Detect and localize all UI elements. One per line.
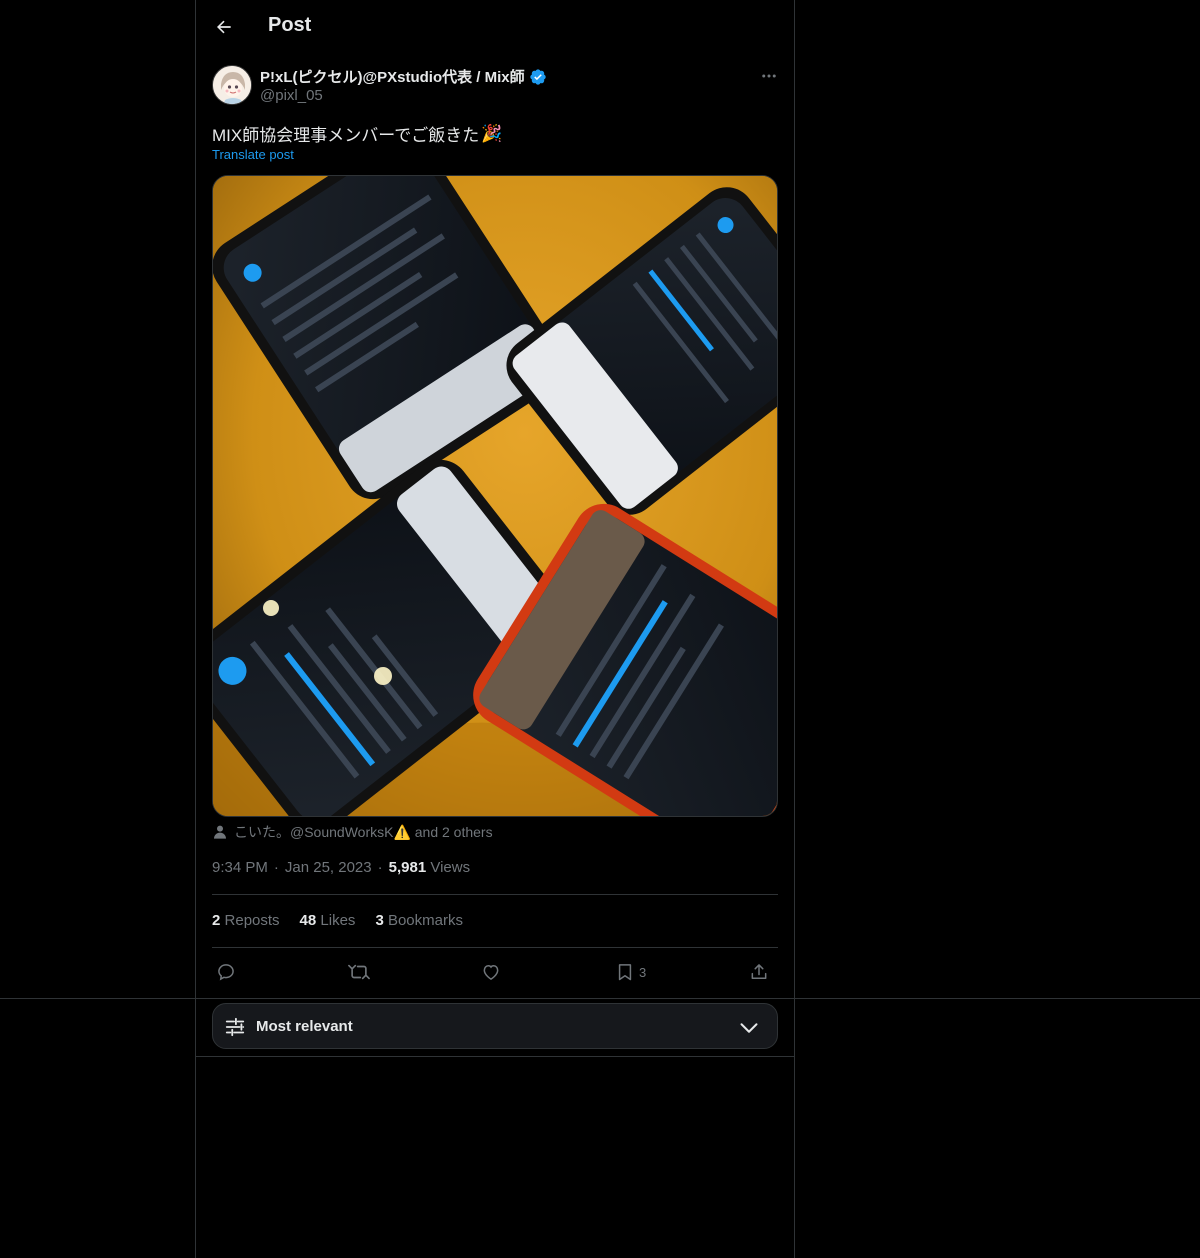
sliders-icon [225, 1017, 245, 1037]
reposts-stat[interactable]: 2 Reposts [212, 912, 280, 929]
post-body: MIX師協会理事メンバーでご飯きた [212, 126, 480, 145]
person-icon [214, 825, 226, 839]
page-title: Post [268, 14, 312, 36]
views: 5,981 Views [389, 859, 470, 876]
reposts-label: Reposts [224, 912, 280, 929]
reposts-count: 2 [212, 912, 221, 929]
bookmarks-count: 3 [375, 912, 384, 929]
bookmark-icon [618, 964, 632, 981]
divider [196, 1056, 794, 1057]
likes-count: 48 [299, 912, 317, 929]
bookmarks-label: Bookmarks [387, 912, 463, 929]
meta-separator: · [377, 859, 383, 876]
main-column: Post P!xL(ピクセル)@PXstudio代表 / Mix師 @pixl_… [195, 0, 795, 1258]
divider [212, 894, 778, 895]
share-icon [751, 964, 767, 979]
likes-label: Likes [320, 912, 356, 929]
party-popper-emoji: 🎉 [481, 123, 503, 143]
avatar[interactable] [212, 65, 252, 105]
reply-icon [218, 964, 234, 981]
views-label: Views [430, 859, 471, 876]
tagged-users[interactable]: こいた。@SoundWorksK⚠️ and 2 others [212, 822, 493, 842]
action-bar: 3 [212, 958, 778, 986]
post-stats: 2 Reposts 48 Likes 3 Bookmarks [212, 912, 463, 929]
bookmark-count: 3 [639, 964, 647, 980]
arrow-left-icon [217, 20, 231, 34]
likes-stat[interactable]: 48 Likes [300, 912, 356, 929]
translate-post-link[interactable]: Translate post [212, 147, 294, 162]
page-header: Post [196, 0, 794, 54]
share-button[interactable] [749, 958, 769, 986]
meta-separator: · [273, 859, 279, 876]
sort-replies-dropdown[interactable]: Most relevant [212, 1003, 778, 1049]
like-button[interactable] [481, 958, 501, 986]
verified-badge-icon [529, 68, 546, 85]
chevron-down-icon [740, 1023, 758, 1033]
post-meta: 9:34 PM · Jan 25, 2023 · 5,981 Views [212, 859, 470, 876]
author-handle[interactable]: @pixl_05 [260, 87, 323, 104]
repost-button[interactable] [348, 958, 370, 986]
more-horizontal-icon [762, 74, 776, 78]
sort-label: Most relevant [256, 1018, 353, 1035]
bookmark-button[interactable]: 3 [615, 958, 646, 986]
bookmarks-stat[interactable]: 3 Bookmarks [375, 912, 463, 929]
reply-button[interactable] [216, 958, 236, 986]
post-time[interactable]: 9:34 PM [212, 859, 268, 876]
post-photo[interactable] [212, 175, 778, 817]
views-count: 5,981 [388, 859, 427, 876]
heart-icon [483, 964, 499, 980]
back-button[interactable] [212, 15, 236, 39]
divider [212, 947, 778, 948]
more-options-button[interactable] [758, 66, 780, 86]
repost-icon [348, 964, 370, 980]
author-row: P!xL(ピクセル)@PXstudio代表 / Mix師 [260, 66, 547, 87]
post-date[interactable]: Jan 25, 2023 [285, 859, 372, 876]
tagged-text: こいた。@SoundWorksK⚠️ and 2 others [234, 824, 493, 840]
post-text: MIX師協会理事メンバーでご飯きた 🎉 [212, 121, 502, 146]
author-name[interactable]: P!xL(ピクセル)@PXstudio代表 / Mix師 [260, 66, 525, 87]
